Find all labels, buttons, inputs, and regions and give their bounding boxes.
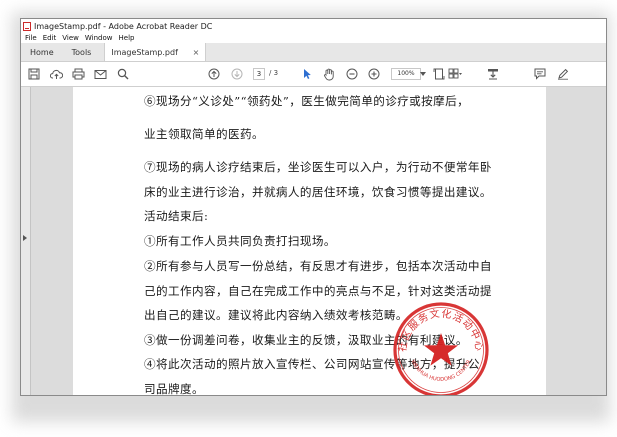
page-total-label: / 3	[269, 69, 279, 77]
email-icon[interactable]	[93, 67, 107, 81]
print-icon[interactable]	[71, 67, 85, 81]
page-number-input[interactable]: 3	[253, 68, 265, 80]
acrobat-app-icon	[23, 21, 31, 31]
seal-text-en: WENHUA HUODONG CENTER	[409, 359, 472, 383]
seal-star-icon	[423, 333, 459, 366]
zoom-dropdown-icon[interactable]	[420, 67, 426, 81]
acrobat-window: ImageStamp.pdf - Adobe Acrobat Reader DC…	[20, 18, 607, 396]
left-panel-toggle[interactable]	[21, 87, 31, 395]
scroll-mode-icon[interactable]	[448, 67, 462, 81]
upload-icon[interactable]	[49, 67, 63, 81]
pdf-page: ⑥现场分“义诊处”“领药处”，医生做完简单的诊疗或按摩后， 业主领取简单的医药。…	[73, 87, 546, 395]
zoom-in-icon[interactable]	[367, 67, 381, 81]
pen-icon[interactable]	[556, 67, 570, 81]
close-tab-icon[interactable]: ×	[193, 48, 200, 57]
tab-home[interactable]: Home	[21, 43, 63, 61]
zoom-level-field[interactable]: 100%	[391, 68, 421, 80]
stamp-tool-icon[interactable]	[486, 67, 500, 81]
doc-line: 司品牌度。	[144, 382, 204, 396]
doc-line: ②所有参与人员写一份总结，有反思才有进步，包括本次活动中自	[144, 259, 492, 273]
page-up-icon[interactable]	[207, 67, 221, 81]
document-viewport[interactable]: ⑥现场分“义诊处”“领药处”，医生做完简单的诊疗或按摩后， 业主领取简单的医药。…	[21, 87, 606, 395]
hand-icon[interactable]	[322, 67, 336, 81]
toolbar: 3 / 3 100%	[21, 62, 606, 87]
doc-line: 出自己的建议。建议将此内容纳入绩效考核范畴。	[144, 308, 408, 322]
save-icon[interactable]	[27, 67, 41, 81]
title-bar: ImageStamp.pdf - Adobe Acrobat Reader DC	[21, 19, 606, 33]
doc-line: ⑥现场分“义诊处”“领药处”，医生做完简单的诊疗或按摩后，	[144, 94, 470, 108]
menu-edit[interactable]: Edit	[43, 34, 57, 42]
doc-line: ⑦现场的病人诊疗结束后，坐诊医生可以入户，为行动不便常年卧	[144, 160, 492, 174]
zoom-out-icon[interactable]	[345, 67, 359, 81]
menu-file[interactable]: File	[25, 34, 37, 42]
tab-bar: Home Tools ImageStamp.pdf ×	[21, 43, 606, 62]
tab-document-label: ImageStamp.pdf	[111, 47, 178, 57]
menu-view[interactable]: View	[62, 34, 79, 42]
menu-bar: File Edit View Window Help	[21, 33, 606, 43]
doc-line: 活动结束后:	[144, 209, 209, 223]
doc-line: 己的工作内容，自己在完成工作中的亮点与不足，针对这类活动提	[144, 284, 492, 298]
doc-line: 床的业主进行诊治，并就病人的居住环境，饮食习惯等提出建议。	[144, 185, 492, 199]
expand-panel-icon[interactable]	[23, 235, 27, 241]
select-cursor-icon[interactable]	[300, 67, 314, 81]
page-down-icon[interactable]	[230, 67, 244, 81]
fit-page-icon[interactable]	[432, 67, 446, 81]
menu-window[interactable]: Window	[85, 34, 113, 42]
red-seal-stamp: 社区服务文化活动中心 WENHUA HUODONG CENTER	[393, 302, 489, 395]
window-title: ImageStamp.pdf - Adobe Acrobat Reader DC	[34, 21, 213, 31]
tab-tools[interactable]: Tools	[63, 43, 101, 61]
doc-line: ①所有工作人员共同负责打扫现场。	[144, 234, 336, 248]
search-icon[interactable]	[116, 67, 130, 81]
svg-text:WENHUA HUODONG CENTER: WENHUA HUODONG CENTER	[409, 359, 472, 383]
doc-line: 业主领取简单的医药。	[144, 127, 264, 141]
tab-document[interactable]: ImageStamp.pdf ×	[104, 43, 207, 61]
comment-icon[interactable]	[533, 67, 547, 81]
menu-help[interactable]: Help	[119, 34, 135, 42]
